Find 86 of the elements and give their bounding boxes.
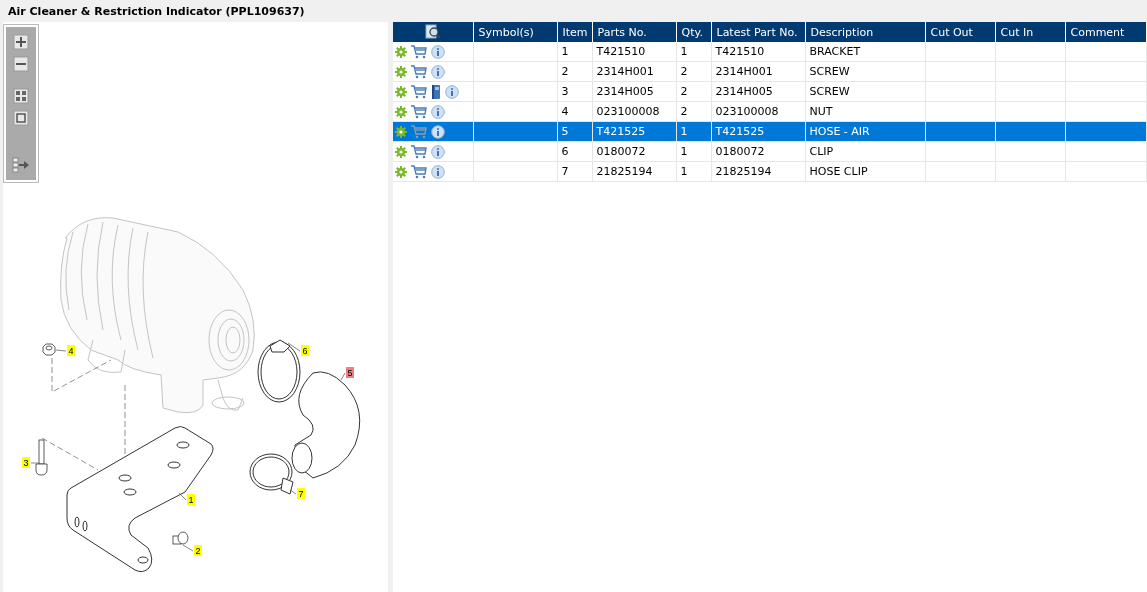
gear-icon[interactable]	[395, 145, 407, 158]
table-cell: 4	[557, 101, 592, 122]
table-cell: 21825194	[592, 161, 676, 182]
table-cell: NUT	[805, 101, 925, 122]
table-cell: 2314H001	[592, 61, 676, 82]
column-header[interactable]: Description	[805, 22, 925, 42]
export-list-icon[interactable]	[11, 156, 31, 174]
gear-icon[interactable]	[395, 85, 407, 98]
table-cell: 0180072	[711, 141, 805, 162]
callout-label[interactable]: 5	[346, 367, 354, 378]
table-row[interactable]: 1 T421510 1 T421510 BRACKET	[393, 42, 1147, 62]
info-icon[interactable]	[431, 144, 445, 159]
table-row[interactable]: 3 2314H005 2 2314H005 SCREW	[393, 81, 1147, 102]
nut-drawing	[42, 343, 56, 356]
column-header[interactable]: Parts No.	[592, 22, 676, 42]
clamp-drawing	[257, 339, 301, 403]
bolt-drawing	[35, 439, 48, 476]
cart-icon[interactable]	[411, 104, 427, 119]
zoom-out-icon[interactable]	[11, 55, 31, 73]
callout-label[interactable]: 2	[194, 545, 202, 556]
table-cell: 2	[676, 81, 711, 102]
info-icon[interactable]	[431, 104, 445, 119]
table-cell: 7	[557, 161, 592, 182]
table-cell: 2	[557, 61, 592, 82]
table-cell: BRACKET	[805, 42, 925, 62]
table-row[interactable]: 5 T421525 1 T421525 HOSE - AIR	[393, 121, 1147, 142]
window-title: Air Cleaner & Restriction Indicator (PPL109637)	[8, 4, 305, 18]
info-icon[interactable]	[431, 44, 445, 59]
callout-label[interactable]: 1	[187, 494, 195, 505]
gear-icon[interactable]	[395, 165, 407, 178]
gear-icon[interactable]	[395, 45, 407, 58]
cart-icon[interactable]	[411, 144, 427, 159]
table-cell: 023100008	[711, 101, 805, 122]
callout-label[interactable]: 7	[297, 488, 305, 499]
table-cell: 1	[557, 42, 592, 62]
table-cell: 1	[676, 161, 711, 182]
zoom-in-icon[interactable]	[11, 33, 31, 51]
table-cell: T421510	[592, 42, 676, 62]
table-cell: 2314H005	[711, 81, 805, 102]
column-header[interactable]: Cut Out	[925, 22, 995, 42]
book-icon[interactable]	[431, 83, 441, 100]
table-cell: SCREW	[805, 61, 925, 82]
table-row[interactable]: 6 0180072 1 0180072 CLIP	[393, 141, 1147, 162]
info-icon[interactable]	[431, 64, 445, 79]
info-icon[interactable]	[431, 124, 445, 139]
table-row[interactable]: 7 21825194 1 21825194 HOSE CLIP	[393, 161, 1147, 182]
table-cell: 21825194	[711, 161, 805, 182]
table-cell: 1	[676, 42, 711, 62]
cart-icon[interactable]	[411, 84, 427, 99]
info-icon[interactable]	[431, 164, 445, 179]
gear-icon[interactable]	[395, 125, 407, 138]
table-cell: 1	[676, 141, 711, 162]
actual-size-icon[interactable]	[11, 109, 31, 127]
table-row[interactable]: 4 023100008 2 023100008 NUT	[393, 101, 1147, 122]
column-header[interactable]: Cut In	[995, 22, 1065, 42]
info-icon[interactable]	[445, 84, 459, 99]
table-cell: 0180072	[592, 141, 676, 162]
table-cell: 2314H001	[711, 61, 805, 82]
callout-label[interactable]: 4	[67, 345, 75, 356]
cart-icon[interactable]	[411, 164, 427, 179]
callout-label[interactable]: 6	[301, 345, 309, 356]
column-header[interactable]: Comment	[1065, 22, 1147, 42]
column-header[interactable]: Item	[557, 22, 592, 42]
column-header[interactable]: Symbol(s)	[473, 22, 557, 42]
cart-icon[interactable]	[411, 64, 427, 79]
column-header[interactable]: Qty.	[676, 22, 711, 42]
gear-icon[interactable]	[395, 65, 407, 78]
table-row[interactable]: 2 2314H001 2 2314H001 SCREW	[393, 61, 1147, 82]
table-cell: CLIP	[805, 141, 925, 162]
search-icon[interactable]	[424, 24, 441, 40]
table-cell: T421510	[711, 42, 805, 62]
table-cell: 2	[676, 101, 711, 122]
table-cell: 2314H005	[592, 81, 676, 102]
cart-icon[interactable]	[411, 44, 427, 59]
table-cell: 6	[557, 141, 592, 162]
table-cell: 3	[557, 81, 592, 102]
table-cell: 2	[676, 61, 711, 82]
callout-label[interactable]: 3	[22, 457, 30, 468]
gear-icon[interactable]	[395, 105, 407, 118]
bolt-drawing	[172, 531, 189, 545]
column-header[interactable]: Latest Part No.	[711, 22, 805, 42]
fit-grid-icon[interactable]	[11, 87, 31, 105]
clamp-drawing	[249, 453, 294, 495]
table-cell: 023100008	[592, 101, 676, 122]
table-cell: SCREW	[805, 81, 925, 102]
table-cell: HOSE CLIP	[805, 161, 925, 182]
